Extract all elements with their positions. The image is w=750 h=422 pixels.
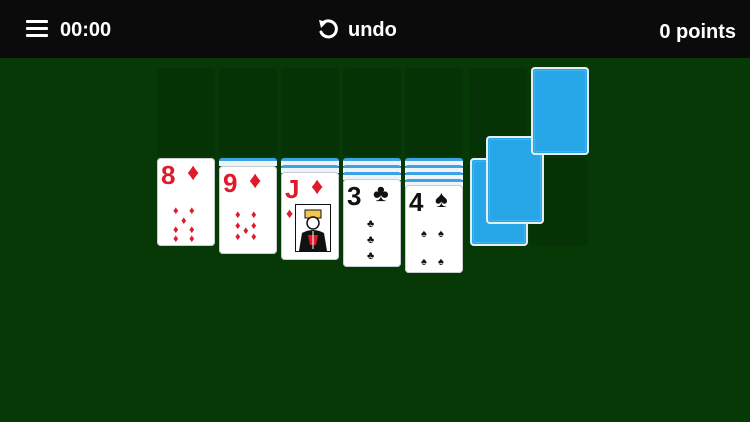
club-icon: ♣ xyxy=(367,218,375,230)
card-j-diamonds[interactable]: J ♦ ♦ xyxy=(281,172,339,260)
timer: 00:00 xyxy=(60,19,112,41)
diamond-icon: ♦ xyxy=(189,205,195,217)
club-icon: ♣ xyxy=(367,234,375,246)
card-rank: 8 xyxy=(161,160,176,190)
menu-icon[interactable] xyxy=(26,20,48,38)
card-4-spades[interactable]: 4 ♠ ♠ ♠ ♠ ♠ xyxy=(405,185,463,273)
card-3-clubs[interactable]: 3 ♣ ♣ ♣ ♣ xyxy=(343,179,401,267)
diamond-icon: ♦ xyxy=(286,205,294,221)
diamond-icon: ♦ xyxy=(251,231,257,243)
diamond-icon: ♦ xyxy=(243,225,249,237)
diamond-icon: ♦ xyxy=(181,215,187,227)
slot-1[interactable] xyxy=(157,68,215,156)
slot-3[interactable] xyxy=(281,68,339,156)
slot-2[interactable] xyxy=(219,68,277,156)
diamond-icon: ♦ xyxy=(173,205,179,217)
diamond-icon: ♦ xyxy=(173,233,179,245)
top-bar: 00:00 undo 0 points xyxy=(0,0,750,58)
diamond-icon: ♦ xyxy=(235,231,241,243)
slot-5[interactable] xyxy=(405,68,463,156)
stock-pile[interactable] xyxy=(531,67,589,155)
card-rank: 3 xyxy=(347,181,362,211)
score: 0 points xyxy=(659,21,736,43)
undo-label: undo xyxy=(348,18,397,41)
hidden-card xyxy=(219,158,277,166)
club-icon: ♣ xyxy=(373,180,389,207)
undo-icon xyxy=(319,19,338,39)
diamond-icon: ♦ xyxy=(311,173,324,200)
spade-icon: ♠ xyxy=(438,228,444,240)
undo-button[interactable]: undo xyxy=(316,18,397,42)
slot-4[interactable] xyxy=(343,68,401,156)
card-rank: 4 xyxy=(409,187,424,217)
card-rank: J xyxy=(285,174,300,204)
diamond-icon: ♦ xyxy=(189,233,195,245)
spade-icon: ♠ xyxy=(438,256,444,268)
diamond-icon: ♦ xyxy=(249,167,262,194)
club-icon: ♣ xyxy=(367,250,375,262)
card-8-diamonds[interactable]: 8 ♦ ♦ ♦ ♦ ♦ ♦ ♦ ♦ xyxy=(157,158,215,246)
diamond-icon: ♦ xyxy=(187,159,200,186)
card-rank: 9 xyxy=(223,168,238,198)
spade-icon: ♠ xyxy=(421,256,427,268)
card-9-diamonds[interactable]: 9 ♦ ♦ ♦ ♦ ♦ ♦ ♦ ♦ xyxy=(219,166,277,254)
spade-icon: ♠ xyxy=(435,186,448,213)
jack-portrait-icon xyxy=(295,204,331,252)
spade-icon: ♠ xyxy=(421,228,427,240)
